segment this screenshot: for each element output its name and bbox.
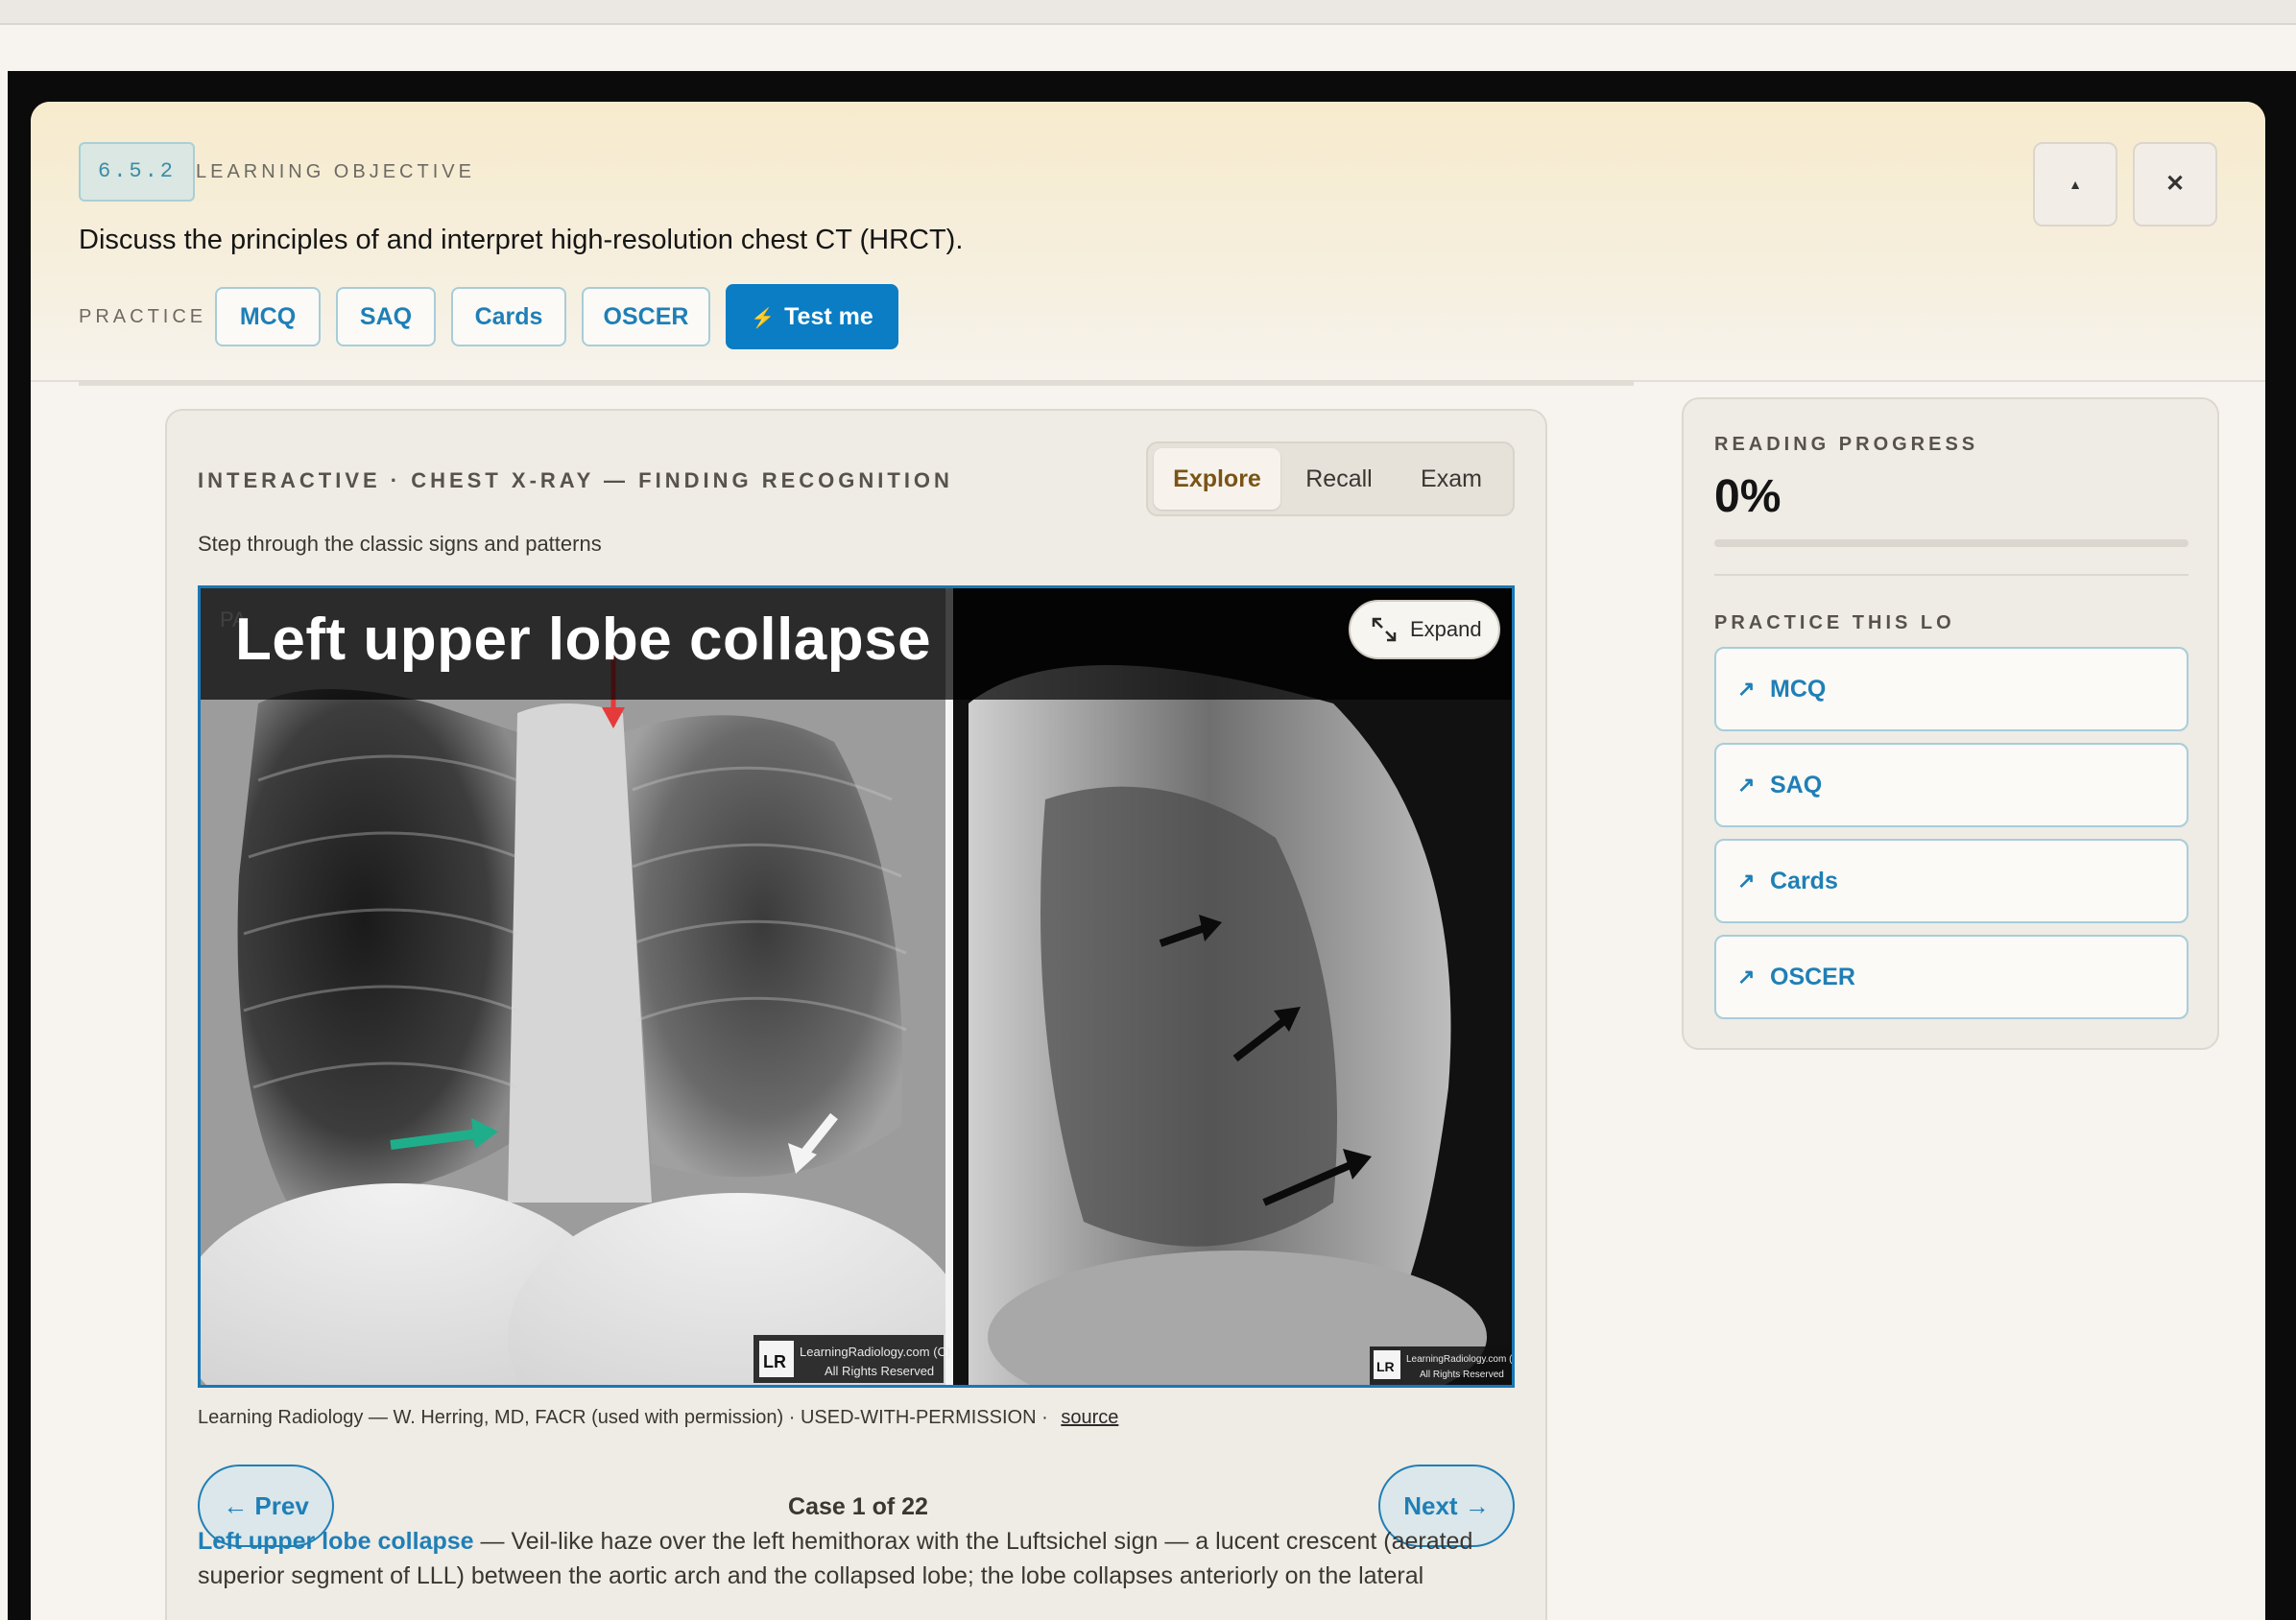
reading-progress-bar xyxy=(1714,539,2188,547)
reading-progress-label: READING PROGRESS xyxy=(1714,434,1979,455)
practice-saq-button[interactable]: SAQ xyxy=(336,287,436,346)
attribution-text: Learning Radiology — W. Herring, MD, FAC… xyxy=(198,1407,1054,1428)
lo-code-badge: 6.5.2 xyxy=(79,142,196,202)
practice-mcq-button[interactable]: MCQ xyxy=(215,287,321,346)
sidebar-panel: READING PROGRESS 0% PRACTICE THIS LO ↗ MC… xyxy=(1682,397,2219,1050)
arrow-up-right-icon: ↗ xyxy=(1737,869,1756,893)
arrow-up-right-icon: ↗ xyxy=(1737,677,1756,701)
practice-this-lo-label: PRACTICE THIS LO xyxy=(1714,612,1955,633)
sidebar-link-mcq[interactable]: ↗ MCQ xyxy=(1714,647,2188,731)
reading-progress-value: 0% xyxy=(1714,471,1782,522)
card-eyebrow: INTERACTIVE · CHEST X-RAY — FINDING RECO… xyxy=(198,468,953,492)
svg-text:All Rights Reserved: All Rights Reserved xyxy=(825,1364,934,1378)
sidebar-link-oscer[interactable]: ↗ OSCER xyxy=(1714,935,2188,1019)
case-title: Left upper lobe collapse xyxy=(235,607,932,673)
expand-icon xyxy=(1372,617,1397,642)
image-attribution: Learning Radiology — W. Herring, MD, FAC… xyxy=(198,1407,1118,1429)
sidebar-divider xyxy=(1714,574,2188,576)
source-link[interactable]: source xyxy=(1061,1407,1118,1428)
svg-text:LearningRadiology.com (C): LearningRadiology.com (C) xyxy=(1406,1354,1512,1365)
sidebar-link-label: Cards xyxy=(1770,868,1838,894)
chest-xray-image: PA xyxy=(201,588,1512,1385)
watermark-lateral: LR LearningRadiology.com (C) All Rights … xyxy=(1370,1346,1512,1385)
lo-title: Discuss the principles of and interpret … xyxy=(79,225,964,255)
header-divider xyxy=(79,380,1634,386)
case-description-link[interactable]: Left upper lobe collapse xyxy=(198,1528,474,1555)
arrow-up-right-icon: ↗ xyxy=(1737,965,1756,989)
case-description: Left upper lobe collapse — Veil-like haz… xyxy=(198,1524,1522,1593)
expand-button[interactable]: Expand xyxy=(1349,600,1500,659)
svg-text:LR: LR xyxy=(763,1352,786,1371)
svg-text:All Rights Reserved: All Rights Reserved xyxy=(1420,1370,1504,1380)
modal-header: 6.5.2 LEARNING OBJECTIVE Discuss the pri… xyxy=(31,102,2265,382)
mode-switcher: Explore Recall Exam xyxy=(1146,441,1515,516)
collapse-button[interactable]: ▲ xyxy=(2033,142,2117,226)
lightning-icon: ⚡ xyxy=(751,308,776,329)
card-subtitle: Step through the classic signs and patte… xyxy=(198,532,602,556)
xray-viewer[interactable]: PA xyxy=(198,585,1515,1388)
mode-exam-tab[interactable]: Exam xyxy=(1398,448,1505,510)
browser-top-strip xyxy=(0,0,2296,25)
expand-label: Expand xyxy=(1410,617,1482,641)
practice-label: PRACTICE xyxy=(79,306,207,327)
mode-explore-tab[interactable]: Explore xyxy=(1154,448,1280,510)
sidebar-link-label: SAQ xyxy=(1770,772,1823,798)
sidebar-link-label: OSCER xyxy=(1770,964,1855,990)
svg-text:LR: LR xyxy=(1376,1359,1395,1374)
svg-text:LearningRadiology.com (C): LearningRadiology.com (C) xyxy=(800,1345,950,1359)
test-me-button[interactable]: ⚡ Test me xyxy=(726,284,898,349)
test-me-label: Test me xyxy=(784,303,873,330)
sidebar-link-cards[interactable]: ↗ Cards xyxy=(1714,839,2188,923)
case-counter: Case 1 of 22 xyxy=(788,1493,928,1520)
learning-objective-modal: 6.5.2 LEARNING OBJECTIVE Discuss the pri… xyxy=(31,102,2265,1620)
close-button[interactable]: ✕ xyxy=(2133,142,2217,226)
practice-oscer-button[interactable]: OSCER xyxy=(582,287,710,346)
watermark-pa: LR LearningRadiology.com (C) All Rights … xyxy=(753,1335,950,1383)
mode-recall-tab[interactable]: Recall xyxy=(1286,448,1392,510)
lo-label: LEARNING OBJECTIVE xyxy=(196,161,475,182)
interactive-card: INTERACTIVE · CHEST X-RAY — FINDING RECO… xyxy=(165,409,1547,1620)
sidebar-link-saq[interactable]: ↗ SAQ xyxy=(1714,743,2188,827)
sidebar-link-label: MCQ xyxy=(1770,676,1827,703)
view-divider xyxy=(945,588,953,1385)
practice-cards-button[interactable]: Cards xyxy=(451,287,566,346)
right-lung-field xyxy=(237,689,538,1203)
arrow-up-right-icon: ↗ xyxy=(1737,773,1756,797)
